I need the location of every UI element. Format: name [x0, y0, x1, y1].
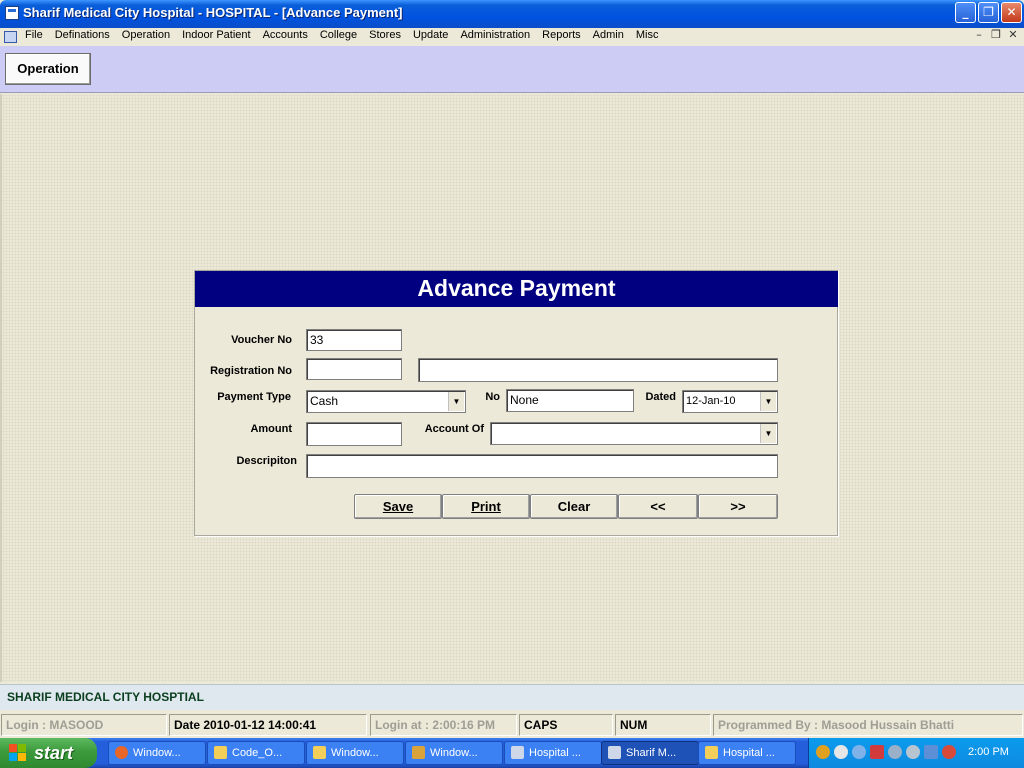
operation-button[interactable]: Operation [5, 53, 91, 85]
status-num: NUM [615, 714, 711, 736]
minimize-button[interactable]: _ [955, 2, 976, 23]
window-title: Sharif Medical City Hospital - HOSPITAL … [23, 5, 403, 20]
mdi-minimize-button[interactable]: – [971, 28, 987, 44]
tray-security-icon[interactable] [870, 745, 884, 759]
form-title: Advance Payment [195, 271, 838, 307]
account-of-label: Account Of [424, 423, 484, 435]
save-button[interactable]: Save [354, 494, 442, 519]
dated-value: 12-Jan-10 [686, 395, 736, 407]
taskbar-item-firefox[interactable]: Window... [108, 741, 206, 765]
no-field[interactable]: None [506, 389, 634, 412]
menu-stores[interactable]: Stores [369, 28, 401, 46]
registration-no-field[interactable] [306, 358, 402, 380]
tray-volume-icon[interactable] [906, 745, 920, 759]
restore-button[interactable]: ❐ [978, 2, 999, 23]
folder-icon [705, 746, 718, 759]
taskbar-item-folder-hospital[interactable]: Hospital ... [698, 741, 796, 765]
taskbar-item-sharif-active[interactable]: Sharif M... [601, 741, 699, 765]
windows-logo-icon [9, 744, 27, 762]
voucher-no-label: Voucher No [231, 334, 292, 346]
mdi-close-button[interactable]: ✕ [1005, 28, 1021, 44]
folder-icon [313, 746, 326, 759]
no-label: No [485, 391, 500, 403]
tools-icon [412, 746, 425, 759]
tray-display-icon[interactable] [852, 745, 866, 759]
menu-indoor-patient[interactable]: Indoor Patient [182, 28, 251, 46]
taskbar-item-tools[interactable]: Window... [405, 741, 503, 765]
amount-label: Amount [250, 423, 292, 435]
mdi-restore-button[interactable]: ❐ [988, 28, 1004, 44]
status-caps: CAPS [519, 714, 613, 736]
menu-definations[interactable]: Definations [55, 28, 110, 46]
next-record-button[interactable]: >> [698, 494, 778, 519]
registration-no-label: Registration No [210, 365, 292, 377]
description-field[interactable] [306, 454, 778, 478]
taskbar-item-folder[interactable]: Code_O... [207, 741, 305, 765]
voucher-no-field[interactable]: 33 [306, 329, 402, 351]
dated-picker[interactable]: 12-Jan-10 ▼ [682, 390, 778, 413]
registration-name-field[interactable] [418, 358, 778, 382]
tray-tool-icon[interactable] [816, 745, 830, 759]
status-programmer: Programmed By : Masood Hussain Bhatti [713, 714, 1023, 736]
firefox-icon [115, 746, 128, 759]
previous-record-button[interactable]: << [618, 494, 698, 519]
amount-field[interactable] [306, 422, 402, 446]
account-of-select[interactable]: ▼ [490, 422, 778, 445]
menu-admin[interactable]: Admin [593, 28, 624, 46]
menu-reports[interactable]: Reports [542, 28, 581, 46]
menu-college[interactable]: College [320, 28, 357, 46]
tray-monitor-icon[interactable] [924, 745, 938, 759]
dropdown-arrow-icon[interactable]: ▼ [760, 424, 776, 443]
calendar-dropdown-icon[interactable]: ▼ [760, 392, 776, 411]
status-login-time: Login at : 2:00:16 PM [370, 714, 517, 736]
tray-antivirus-icon[interactable] [942, 745, 956, 759]
menu-items: File Definations Operation Indoor Patien… [25, 28, 670, 46]
hospital-name: SHARIF MEDICAL CITY HOSPTIAL [7, 690, 204, 704]
toolbar [0, 46, 1024, 93]
app-window-icon [608, 746, 621, 759]
menu-update[interactable]: Update [413, 28, 448, 46]
payment-type-label: Payment Type [217, 391, 291, 403]
tray-messenger-icon[interactable] [888, 745, 902, 759]
taskbar-clock[interactable]: 2:00 PM [968, 746, 1009, 758]
taskbar-item-folder[interactable]: Window... [306, 741, 404, 765]
menu-misc[interactable]: Misc [636, 28, 659, 46]
app-icon[interactable] [5, 6, 19, 20]
print-button[interactable]: Print [442, 494, 530, 519]
description-label: Descripiton [236, 455, 297, 467]
clear-button[interactable]: Clear [530, 494, 618, 519]
tray-network-icon[interactable] [834, 745, 848, 759]
app-window-icon [511, 746, 524, 759]
menu-file[interactable]: File [25, 28, 43, 46]
status-date: Date 2010-01-12 14:00:41 [169, 714, 367, 736]
close-button[interactable]: ✕ [1001, 2, 1022, 23]
folder-icon [214, 746, 227, 759]
payment-type-select[interactable]: Cash ▼ [306, 390, 466, 413]
menu-operation[interactable]: Operation [122, 28, 170, 46]
document-icon[interactable] [4, 31, 17, 43]
taskbar-item-hospital[interactable]: Hospital ... [504, 741, 602, 765]
menu-administration[interactable]: Administration [460, 28, 530, 46]
status-login: Login : MASOOD [1, 714, 167, 736]
menu-accounts[interactable]: Accounts [263, 28, 308, 46]
payment-type-value: Cash [310, 394, 339, 408]
dated-label: Dated [645, 391, 676, 403]
